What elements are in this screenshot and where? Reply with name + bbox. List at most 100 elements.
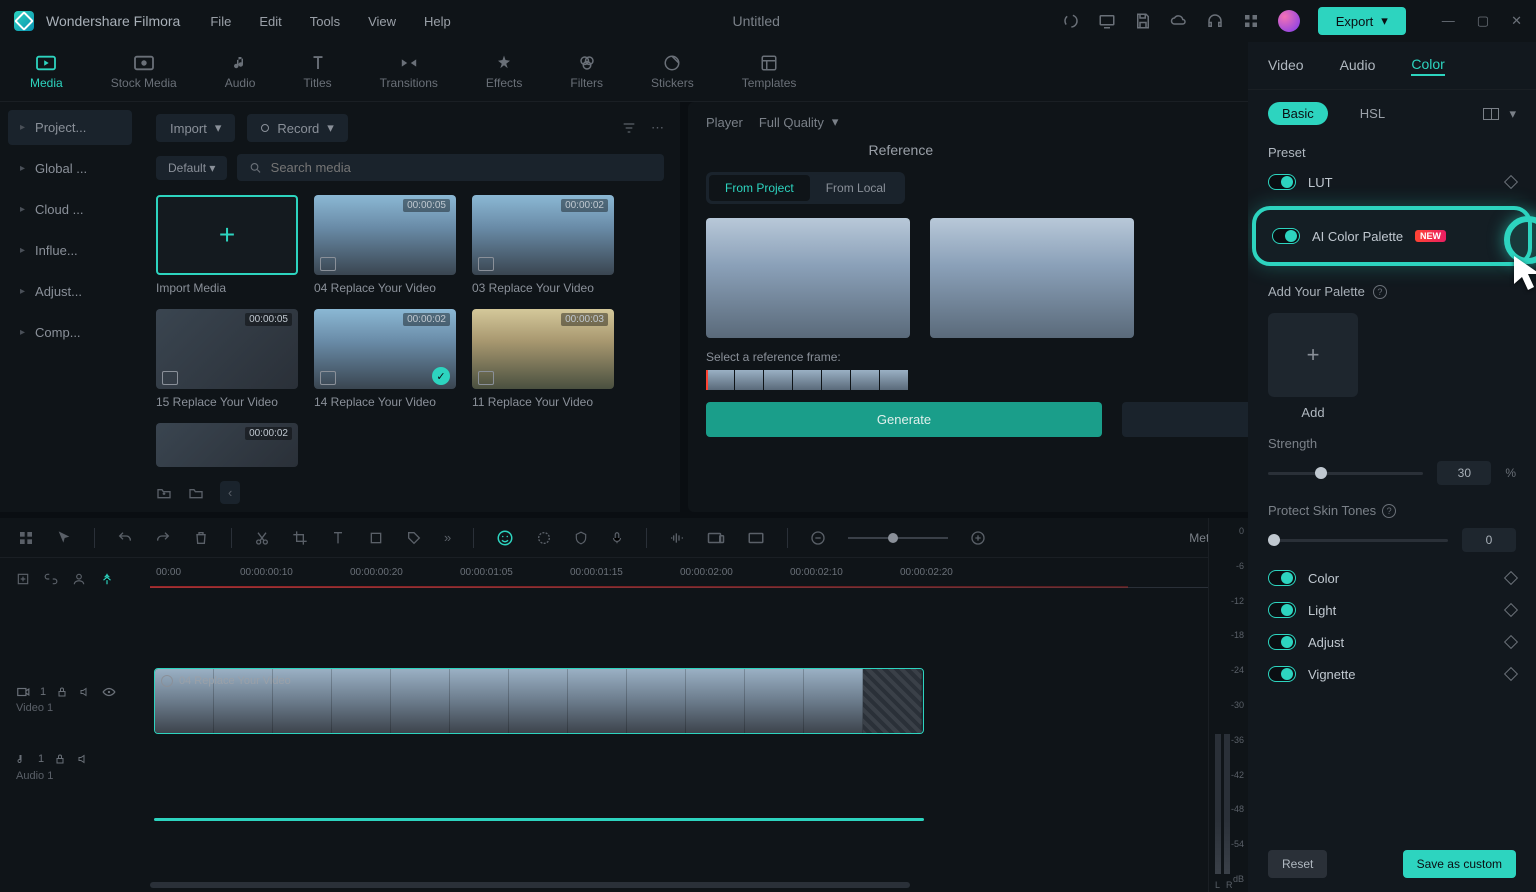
keyframe-icon[interactable] bbox=[1504, 175, 1518, 189]
tag-icon[interactable] bbox=[406, 530, 422, 546]
sort-dropdown[interactable]: Default ▾ bbox=[156, 156, 227, 180]
tab-stickers[interactable]: Stickers bbox=[651, 54, 694, 90]
search-box[interactable] bbox=[237, 154, 664, 181]
menu-file[interactable]: File bbox=[210, 14, 231, 29]
marker-tree-icon[interactable] bbox=[100, 572, 114, 586]
minimize-icon[interactable]: ― bbox=[1442, 13, 1455, 29]
person-icon[interactable] bbox=[72, 572, 86, 586]
save-as-custom-button[interactable]: Save as custom bbox=[1403, 850, 1516, 878]
save-icon[interactable] bbox=[1134, 12, 1152, 30]
quality-dropdown[interactable]: Full Quality▾ bbox=[759, 114, 839, 130]
keyframe-icon[interactable] bbox=[1504, 635, 1518, 649]
cloud-icon[interactable] bbox=[1170, 12, 1188, 30]
timeline-ruler[interactable]: 00:00 00:00:00:10 00:00:00:20 00:00:01:0… bbox=[150, 558, 1248, 588]
project-preview[interactable] bbox=[930, 218, 1134, 338]
video-track-row[interactable]: 04 Replace Your Video bbox=[150, 668, 1248, 738]
new-folder-icon[interactable] bbox=[156, 486, 172, 500]
shield-icon[interactable] bbox=[574, 530, 588, 546]
timeline-tracks[interactable]: 00:00 00:00:00:10 00:00:00:20 00:00:01:0… bbox=[150, 558, 1248, 892]
lut-toggle[interactable] bbox=[1268, 174, 1296, 190]
media-clip[interactable]: 00:00:0515 Replace Your Video bbox=[156, 309, 298, 409]
grid-icon[interactable] bbox=[1242, 12, 1260, 30]
add-palette-button[interactable]: + bbox=[1268, 313, 1358, 397]
keyframe-icon[interactable] bbox=[1504, 603, 1518, 617]
zoom-in-icon[interactable] bbox=[970, 530, 986, 546]
tab-filters[interactable]: Filters bbox=[570, 54, 603, 90]
eye-icon[interactable] bbox=[102, 687, 116, 697]
tab-audio[interactable]: Audio bbox=[225, 54, 256, 90]
sub-tab-hsl[interactable]: HSL bbox=[1346, 102, 1399, 125]
cut-icon[interactable] bbox=[254, 530, 270, 546]
prop-tab-audio[interactable]: Audio bbox=[1340, 57, 1376, 75]
keyframe-icon[interactable] bbox=[1504, 571, 1518, 585]
media-clip[interactable]: 00:00:0504 Replace Your Video bbox=[314, 195, 456, 295]
maximize-icon[interactable]: ▢ bbox=[1477, 13, 1489, 29]
delete-icon[interactable] bbox=[193, 530, 209, 546]
record-dropdown[interactable]: Record▾ bbox=[247, 114, 347, 142]
lock-icon[interactable] bbox=[56, 686, 68, 698]
waveform-icon[interactable] bbox=[669, 531, 685, 545]
import-dropdown[interactable]: Import▾ bbox=[156, 114, 235, 142]
redo-icon[interactable] bbox=[155, 530, 171, 546]
color-toggle[interactable] bbox=[1268, 570, 1296, 586]
skin-slider[interactable] bbox=[1268, 539, 1448, 542]
timeline-scrollbar[interactable] bbox=[150, 882, 1208, 890]
light-toggle[interactable] bbox=[1268, 602, 1296, 618]
strength-value[interactable]: 30 bbox=[1437, 461, 1491, 485]
video-track-icon[interactable] bbox=[16, 686, 30, 698]
sidebar-global[interactable]: ▸Global ... bbox=[8, 151, 132, 186]
menu-edit[interactable]: Edit bbox=[259, 14, 281, 29]
sub-tab-basic[interactable]: Basic bbox=[1268, 102, 1328, 125]
compare-icon[interactable] bbox=[1483, 108, 1499, 120]
layout-grid-icon[interactable] bbox=[18, 530, 34, 546]
zoom-slider[interactable] bbox=[848, 537, 948, 539]
gear-partial-icon[interactable] bbox=[536, 530, 552, 546]
prop-tab-color[interactable]: Color bbox=[1411, 56, 1444, 76]
close-icon[interactable]: ✕ bbox=[1511, 13, 1522, 29]
keyframe-icon[interactable] bbox=[1504, 667, 1518, 681]
headset-icon[interactable] bbox=[1206, 12, 1224, 30]
tab-from-project[interactable]: From Project bbox=[709, 175, 810, 201]
aspect-icon[interactable] bbox=[747, 531, 765, 545]
user-avatar[interactable] bbox=[1278, 10, 1300, 32]
tab-media[interactable]: Media bbox=[30, 54, 63, 90]
mic-icon[interactable] bbox=[610, 530, 624, 546]
filter-icon[interactable] bbox=[621, 120, 637, 136]
square-icon[interactable] bbox=[368, 530, 384, 546]
import-media-tile[interactable]: +Import Media bbox=[156, 195, 298, 295]
more-tools-icon[interactable]: » bbox=[444, 530, 451, 545]
media-clip[interactable]: 00:00:02 bbox=[156, 423, 298, 467]
reference-preview[interactable] bbox=[706, 218, 910, 338]
info-icon[interactable]: ? bbox=[1373, 285, 1387, 299]
text-icon[interactable] bbox=[330, 530, 346, 546]
tab-effects[interactable]: Effects bbox=[486, 54, 522, 90]
media-clip-selected[interactable]: 00:00:02✓14 Replace Your Video bbox=[314, 309, 456, 409]
tab-transitions[interactable]: Transitions bbox=[380, 54, 438, 90]
collapse-icon[interactable]: ‹ bbox=[220, 481, 240, 504]
export-button[interactable]: Export▾ bbox=[1318, 7, 1406, 35]
undo-icon[interactable] bbox=[117, 530, 133, 546]
reset-button[interactable]: Reset bbox=[1268, 850, 1327, 878]
monitor-icon[interactable] bbox=[1098, 12, 1116, 30]
prop-tab-video[interactable]: Video bbox=[1268, 57, 1304, 75]
sidebar-project[interactable]: ▸Project... bbox=[8, 110, 132, 145]
speaker-icon[interactable] bbox=[76, 753, 90, 765]
media-clip[interactable]: 00:00:0203 Replace Your Video bbox=[472, 195, 614, 295]
menu-tools[interactable]: Tools bbox=[310, 14, 340, 29]
tab-titles[interactable]: Titles bbox=[303, 54, 331, 90]
chevron-down-icon[interactable]: ▾ bbox=[1509, 106, 1516, 122]
tab-from-local[interactable]: From Local bbox=[810, 175, 902, 201]
folder-icon[interactable] bbox=[188, 486, 204, 500]
strength-slider[interactable] bbox=[1268, 472, 1423, 475]
ai-smiley-icon[interactable] bbox=[496, 529, 514, 547]
speaker-icon[interactable] bbox=[78, 686, 92, 698]
adjust-toggle[interactable] bbox=[1268, 634, 1296, 650]
sidebar-influe[interactable]: ▸Influe... bbox=[8, 233, 132, 268]
skin-value[interactable]: 0 bbox=[1462, 528, 1516, 552]
zoom-out-icon[interactable] bbox=[810, 530, 826, 546]
crop-icon[interactable] bbox=[292, 530, 308, 546]
info-icon[interactable]: ? bbox=[1382, 504, 1396, 518]
link-icon[interactable] bbox=[44, 572, 58, 586]
audio-track-icon[interactable] bbox=[16, 752, 28, 766]
sidebar-cloud[interactable]: ▸Cloud ... bbox=[8, 192, 132, 227]
